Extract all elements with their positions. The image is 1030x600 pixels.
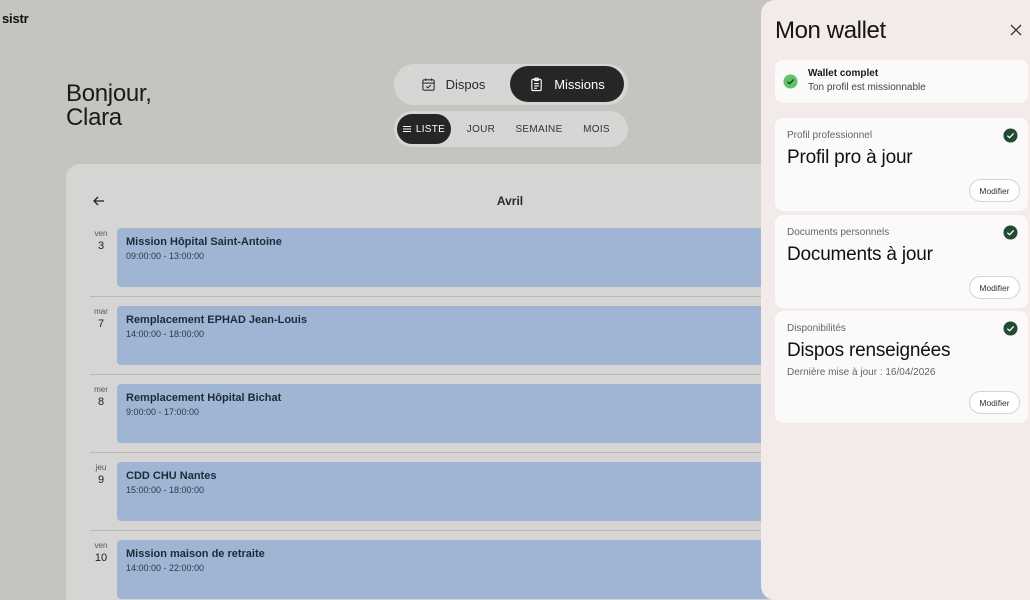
wallet-status-title: Wallet complet — [808, 68, 879, 79]
greeting-name: Clara — [66, 104, 122, 131]
list-icon — [402, 126, 411, 132]
tab-dispos-label: Dispos — [445, 76, 486, 92]
divider — [90, 452, 780, 453]
mission-time: 09:00:00 - 13:00:00 — [126, 251, 205, 261]
divider — [90, 530, 780, 531]
section-title: Documents à jour — [787, 244, 933, 265]
section-card-profil: Profil professionnel Profil pro à jour M… — [775, 118, 1028, 211]
month-title: Avril — [496, 194, 524, 208]
day-number: 3 — [97, 240, 105, 252]
day-name: ven — [94, 229, 108, 238]
day-number: 8 — [97, 396, 105, 408]
day-label: ven 3 — [86, 229, 116, 252]
view-liste[interactable]: LISTE — [397, 114, 451, 144]
mission-title: Mission Hôpital Saint-Antoine — [126, 236, 282, 248]
tab-missions-label: Missions — [554, 76, 605, 92]
section-title: Profil pro à jour — [787, 147, 913, 168]
view-semaine[interactable]: SEMAINE — [509, 114, 569, 144]
mission-time: 9:00:00 - 17:00:00 — [126, 407, 200, 417]
check-circle-icon — [1003, 225, 1018, 240]
divider — [90, 296, 780, 297]
section-label: Documents personnels — [787, 227, 890, 238]
day-name: mer — [94, 385, 108, 394]
wallet-drawer: Mon wallet Wallet complet Ton profil est… — [761, 0, 1030, 600]
day-label: jeu 9 — [86, 463, 116, 486]
greeting: Bonjour, Clara — [66, 82, 152, 130]
calendar-check-icon — [421, 77, 435, 91]
close-icon[interactable] — [1008, 22, 1024, 38]
mission-time: 14:00:00 - 22:00:00 — [126, 563, 205, 573]
modify-button[interactable]: Modifier — [969, 391, 1020, 414]
mission-title: Remplacement EPHAD Jean-Louis — [126, 314, 307, 326]
mission-block[interactable]: CDD CHU Nantes 15:00:00 - 18:00:00 — [117, 462, 777, 521]
section-title: Dispos renseignées — [787, 340, 951, 361]
day-label: ven 10 — [86, 541, 116, 564]
day-label: mar 7 — [86, 307, 116, 330]
wallet-title: Mon wallet — [775, 17, 886, 44]
day-number: 10 — [94, 552, 108, 564]
mode-switch: Dispos Missions — [394, 64, 628, 105]
mission-title: CDD CHU Nantes — [126, 470, 217, 482]
section-subtitle: Dernière mise à jour : 16/04/2026 — [787, 367, 936, 378]
day-label: mer 8 — [86, 385, 116, 408]
day-number: 9 — [97, 474, 105, 486]
section-label: Disponibilités — [787, 323, 846, 334]
tab-dispos[interactable]: Dispos — [397, 66, 509, 102]
day-name: ven — [94, 541, 108, 550]
modify-button[interactable]: Modifier — [969, 276, 1020, 299]
mission-time: 15:00:00 - 18:00:00 — [126, 485, 205, 495]
greeting-line1: Bonjour, — [66, 80, 152, 107]
day-name: jeu — [95, 463, 107, 472]
mission-block[interactable]: Remplacement Hôpital Bichat 9:00:00 - 17… — [117, 384, 777, 443]
mission-title: Mission maison de retraite — [126, 548, 265, 560]
view-jour[interactable]: JOUR — [457, 114, 505, 144]
arrow-left-icon[interactable] — [92, 194, 106, 208]
app-logo[interactable]: sistr — [2, 11, 29, 26]
section-label: Profil professionnel — [787, 130, 873, 141]
mission-block[interactable]: Mission Hôpital Saint-Antoine 09:00:00 -… — [117, 228, 777, 287]
wallet-status-subtitle: Ton profil est missionnable — [808, 82, 926, 93]
tab-missions[interactable]: Missions — [510, 66, 624, 102]
day-number: 7 — [97, 318, 105, 330]
wallet-status-card: Wallet complet Ton profil est missionnab… — [775, 60, 1028, 103]
divider — [90, 374, 780, 375]
view-liste-label: LISTE — [415, 123, 446, 135]
mission-title: Remplacement Hôpital Bichat — [126, 392, 282, 404]
day-name: mar — [94, 307, 108, 316]
view-switch: LISTE JOUR SEMAINE MOIS — [394, 111, 628, 147]
section-card-documents: Documents personnels Documents à jour Mo… — [775, 215, 1028, 308]
mission-time: 14:00:00 - 18:00:00 — [126, 329, 205, 339]
check-circle-icon — [1003, 128, 1018, 143]
check-circle-icon — [1003, 321, 1018, 336]
modify-button[interactable]: Modifier — [969, 179, 1020, 202]
clipboard-icon — [531, 77, 542, 91]
section-card-dispos: Disponibilités Dispos renseignées Derniè… — [775, 311, 1028, 423]
view-mois[interactable]: MOIS — [574, 114, 619, 144]
mission-block[interactable]: Remplacement EPHAD Jean-Louis 14:00:00 -… — [117, 306, 777, 365]
mission-block[interactable]: Mission maison de retraite 14:00:00 - 22… — [117, 540, 777, 599]
check-circle-icon — [783, 74, 798, 89]
